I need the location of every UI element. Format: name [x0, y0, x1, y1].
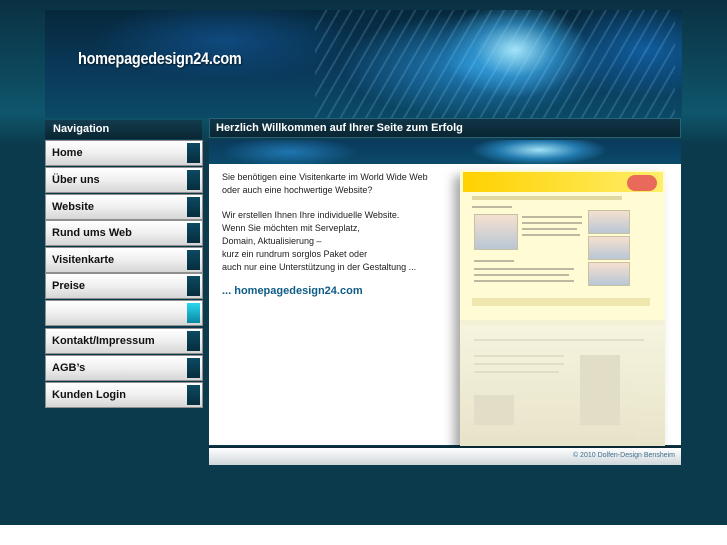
nav-item-label: Website — [52, 201, 94, 213]
nav-item-home[interactable]: Home — [45, 140, 203, 166]
nav-item-label: AGB’s — [52, 362, 86, 374]
nav-item-visitenkarte[interactable]: Visitenkarte — [45, 247, 203, 273]
nav-marker-icon — [187, 143, 200, 163]
preview-text — [522, 222, 582, 224]
preview-text — [522, 234, 580, 236]
nav-marker-icon — [187, 276, 200, 296]
nav-item-agb[interactable]: AGB’s — [45, 355, 203, 381]
nav-marker-icon — [187, 385, 200, 405]
preview-smile-image — [627, 175, 657, 191]
nav-item-kontakt-impressum[interactable]: Kontakt/Impressum — [45, 328, 203, 354]
intro-text-line: oder auch eine hochwertige Website? — [222, 185, 373, 195]
navigation-heading: Navigation — [45, 120, 202, 139]
nav-item-label: Kontakt/Impressum — [52, 335, 155, 347]
nav-item-preise[interactable]: Preise — [45, 273, 203, 299]
preview-text — [474, 260, 514, 262]
nav-item-empty[interactable] — [45, 300, 203, 326]
nav-item-label: Über uns — [52, 174, 100, 186]
nav-item-website[interactable]: Website — [45, 194, 203, 220]
nav-marker-icon — [187, 197, 200, 217]
nav-marker-icon — [187, 223, 200, 243]
nav-marker-active-icon — [187, 303, 200, 323]
preview-photo — [580, 355, 620, 425]
website-preview-image — [460, 170, 665, 446]
preview-text — [522, 228, 577, 230]
intro-text-line: Sie benötigen eine Visitenkarte im World… — [222, 172, 428, 182]
preview-text — [474, 355, 564, 357]
nav-item-label: Visitenkarte — [52, 254, 115, 266]
nav-marker-icon — [187, 250, 200, 270]
content-banner — [209, 140, 681, 164]
site-title: homepagedesign24.com — [78, 49, 242, 68]
preview-photo — [588, 262, 630, 286]
preview-second-page — [460, 325, 665, 446]
nav-item-ueber-uns[interactable]: Über uns — [45, 167, 203, 193]
nav-item-label: Home — [52, 147, 83, 159]
preview-text — [474, 339, 644, 341]
nav-marker-icon — [187, 358, 200, 378]
intro-text-line: kurz ein rundrum sorglos Paket oder — [222, 249, 368, 259]
content-heading: Herzlich Willkommen auf Ihrer Seite zum … — [209, 118, 681, 138]
preview-photo — [588, 210, 630, 234]
footer-copyright: © 2010 Dolfen-Design Bensheim — [572, 452, 675, 459]
homepage-link[interactable]: ... homepagedesign24.com — [222, 285, 363, 297]
main-content: Sie benötigen eine Visitenkarte im World… — [209, 164, 681, 446]
preview-page-top — [460, 170, 665, 320]
preview-nav — [472, 196, 622, 200]
preview-text — [474, 280, 574, 282]
nav-item-label: Preise — [52, 280, 86, 292]
preview-photo — [474, 395, 514, 425]
nav-item-kunden-login[interactable]: Kunden Login — [45, 382, 203, 408]
preview-photo — [474, 214, 518, 250]
preview-text — [474, 274, 569, 276]
intro-text-line: Domain, Aktualisierung – — [222, 236, 322, 246]
preview-text — [522, 216, 582, 218]
intro-text-line: Wenn Sie möchten mit Serveplatz, — [222, 223, 360, 233]
preview-header — [463, 172, 663, 192]
nav-item-rund-ums-web[interactable]: Rund ums Web — [45, 220, 203, 246]
preview-footer — [472, 298, 650, 306]
preview-text — [474, 371, 559, 373]
nav-marker-icon — [187, 170, 200, 190]
preview-text — [474, 363, 564, 365]
nav-marker-icon — [187, 331, 200, 351]
nav-item-label: Kunden Login — [52, 389, 126, 401]
intro-text-line: Wir erstellen Ihnen Ihre individuelle We… — [222, 210, 400, 220]
preview-text — [474, 268, 574, 270]
intro-text-line: auch nur eine Unterstützung in der Gesta… — [222, 262, 417, 272]
banner-light-effect — [315, 10, 675, 118]
nav-item-label: Rund ums Web — [52, 227, 132, 239]
preview-photo — [588, 236, 630, 260]
page-footer: © 2010 Dolfen-Design Bensheim — [209, 446, 681, 465]
preview-text — [472, 206, 512, 208]
